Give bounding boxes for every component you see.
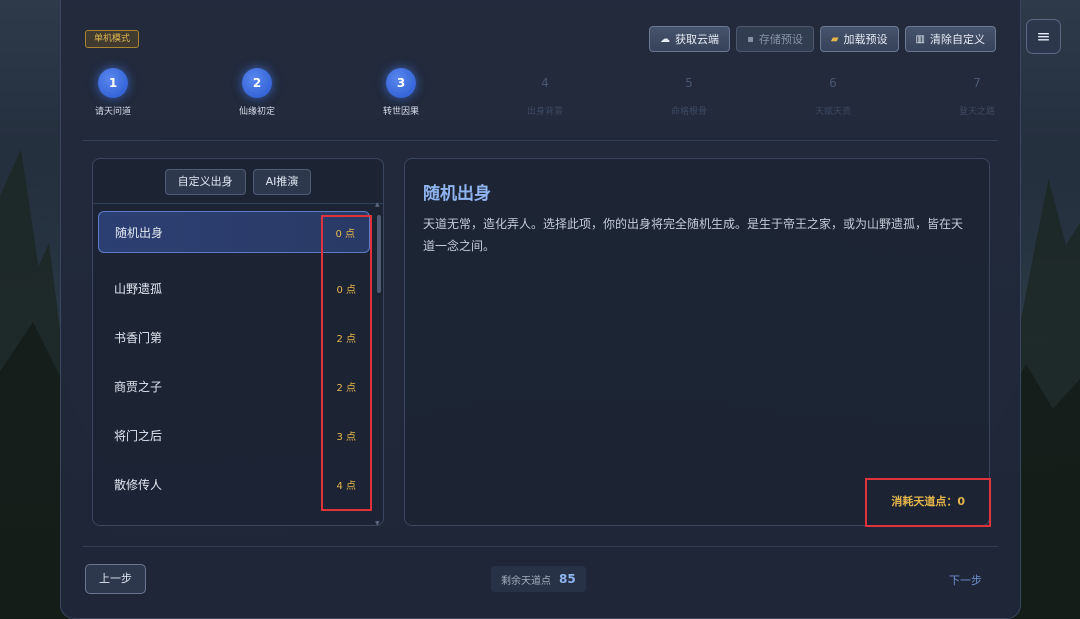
step-number: 4 xyxy=(541,76,549,90)
detail-description: 天道无常，造化弄人。选择此项，你的出身将完全随机生成。是生于帝王之家，或为山野遗… xyxy=(423,217,964,253)
origin-name: 山野遗孤 xyxy=(114,281,163,296)
step-number: 7 xyxy=(973,76,981,90)
prev-step-button[interactable]: 上一步 xyxy=(85,564,146,594)
step-number: 5 xyxy=(685,76,693,90)
divider xyxy=(93,203,383,204)
toolbar: ☁ 获取云端 ▪ 存储预设 ▰ 加载预设 ▥ 清除自定义 xyxy=(649,26,996,52)
scroll-down-icon[interactable]: ▼ xyxy=(375,520,380,527)
step-label: 登天之路 xyxy=(958,107,995,117)
divider xyxy=(83,546,998,547)
remaining-label: 剩余天道点 xyxy=(501,575,551,587)
menu-icon: ≡ xyxy=(1036,26,1051,47)
ai-deduce-button[interactable]: AI推演 xyxy=(252,169,312,195)
folder-icon: ▰ xyxy=(830,33,839,45)
load-preset-button[interactable]: ▰ 加载预设 xyxy=(819,26,899,52)
custom-origin-button[interactable]: 自定义出身 xyxy=(164,169,246,195)
step-4: 4 出身背景 xyxy=(515,68,575,117)
step-number: 6 xyxy=(829,76,837,90)
step-label: 转世因果 xyxy=(382,107,419,117)
scroll-up-icon[interactable]: ▲ xyxy=(375,201,380,208)
step-7: 7 登天之路 xyxy=(947,68,1007,117)
highlight-box-consume xyxy=(865,478,991,527)
origin-name: 将门之后 xyxy=(114,428,163,443)
highlight-box-costs xyxy=(321,215,372,511)
mode-badge: 单机模式 xyxy=(85,30,140,48)
save-preset-button[interactable]: ▪ 存储预设 xyxy=(736,26,814,52)
scrollbar-thumb[interactable] xyxy=(377,215,381,293)
step-label: 出身背景 xyxy=(526,107,563,117)
fetch-cloud-button[interactable]: ☁ 获取云端 xyxy=(649,26,731,52)
step-label: 仙缘初定 xyxy=(238,107,275,117)
origin-tabs: 自定义出身 AI推演 xyxy=(93,169,383,195)
save-icon: ▪ xyxy=(747,33,754,45)
origin-name: 随机出身 xyxy=(115,225,164,240)
step-label: 请天问道 xyxy=(94,107,131,117)
step-1[interactable]: 1 请天问道 xyxy=(83,68,143,117)
step-label: 命格根骨 xyxy=(670,107,707,117)
clear-custom-button[interactable]: ▥ 清除自定义 xyxy=(904,26,996,52)
trash-icon: ▥ xyxy=(915,33,925,45)
list-scrollbar[interactable]: ▲ ▼ xyxy=(375,201,381,527)
step-number: 1 xyxy=(98,68,128,98)
step-6: 6 天赋天资 xyxy=(803,68,863,117)
origin-name: 商贾之子 xyxy=(114,379,163,394)
clear-custom-label: 清除自定义 xyxy=(930,33,985,46)
next-step-button[interactable]: 下一步 xyxy=(949,572,982,588)
step-progress: 1 请天问道 2 仙缘初定 3 转世因果 4 出身背景 5 命格根骨 6 天赋天… xyxy=(83,68,1000,124)
step-2[interactable]: 2 仙缘初定 xyxy=(227,68,287,117)
step-label: 天赋天资 xyxy=(814,107,851,117)
origin-name: 书香门第 xyxy=(114,330,163,345)
step-number: 2 xyxy=(242,68,272,98)
fetch-cloud-label: 获取云端 xyxy=(675,33,720,46)
save-preset-label: 存储预设 xyxy=(758,33,803,46)
detail-title: 随机出身 xyxy=(423,184,491,204)
remaining-value: 85 xyxy=(559,572,576,586)
load-preset-label: 加载预设 xyxy=(843,33,888,46)
origin-detail-card: 随机出身 天道无常，造化弄人。选择此项，你的出身将完全随机生成。是生于帝王之家，… xyxy=(404,158,990,526)
origin-name: 散修传人 xyxy=(114,477,163,492)
divider xyxy=(83,140,998,141)
step-3[interactable]: 3 转世因果 xyxy=(371,68,431,117)
menu-button[interactable]: ≡ xyxy=(1026,19,1061,54)
step-5: 5 命格根骨 xyxy=(659,68,719,117)
cloud-icon: ☁ xyxy=(660,33,671,45)
remaining-points: 剩余天道点 85 xyxy=(491,566,586,592)
step-number: 3 xyxy=(386,68,416,98)
